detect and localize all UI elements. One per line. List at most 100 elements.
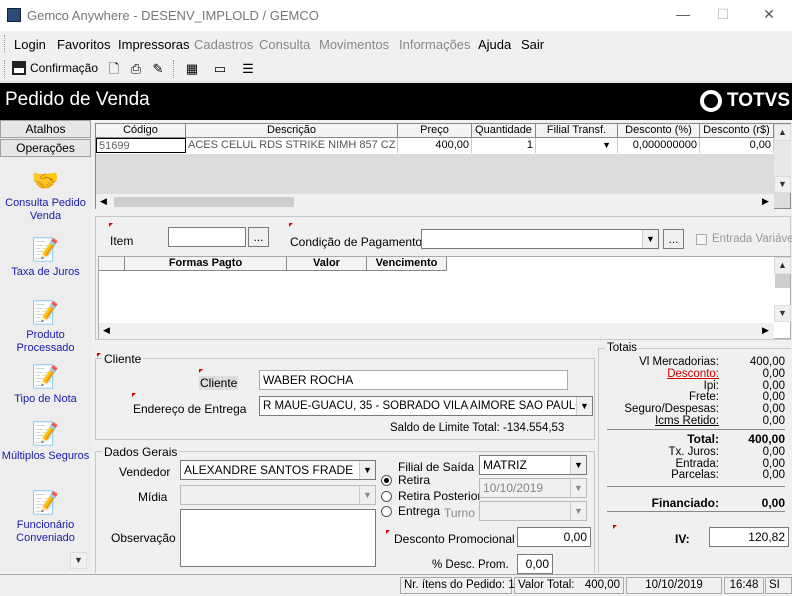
search-document-icon[interactable]: ✎ [150, 61, 166, 77]
cell-preco[interactable]: 400,00 [398, 138, 472, 153]
turno-select[interactable]: ▼ [479, 501, 587, 521]
entrega-radio[interactable] [381, 506, 392, 517]
cell-desc-pct[interactable]: 0,000000000 [618, 138, 700, 153]
item-input[interactable] [168, 227, 246, 247]
scroll-left-icon[interactable]: ◀ [103, 325, 110, 336]
col-header-formas-pagto[interactable]: Formas Pagto [125, 257, 287, 271]
sidebar-item-label: Produto Processado [16, 329, 75, 354]
desconto-link[interactable]: Desconto: [667, 368, 719, 380]
required-marker [289, 223, 293, 227]
pct-desc-input[interactable]: 0,00 [517, 554, 553, 574]
grid-vscroll-track[interactable] [774, 141, 791, 176]
calendar-icon[interactable]: ▦ [184, 61, 200, 77]
observacao-label: Observação [111, 531, 176, 545]
menu-cadastros[interactable]: Cadastros [194, 37, 253, 52]
retira-posterior-radio[interactable] [381, 491, 392, 502]
iv-input[interactable]: 120,82 [709, 527, 789, 547]
col-header-filial[interactable]: Filial Transf. [536, 124, 618, 138]
col-header-preco[interactable]: Preço [398, 124, 472, 138]
vendedor-label: Vendedor [119, 465, 171, 479]
condicao-pagamento-select[interactable]: ▼ [421, 229, 659, 249]
endereco-select[interactable]: R MAUE-GUACU, 35 - SOBRADO VILA AIMORE S… [259, 396, 593, 416]
sidebar-item-funcionario-conveniado[interactable]: 📝 Funcionário Conveniado [0, 490, 91, 545]
sidebar-scroll-down[interactable]: ▼ [70, 552, 87, 569]
observacao-textarea[interactable] [180, 509, 376, 567]
sidebar: Atalhos Operações 🤝 Consulta Pedido Vend… [0, 120, 91, 572]
cell-desc-rs[interactable]: 0,00 [700, 138, 774, 153]
retira-radio[interactable] [381, 475, 392, 486]
status-si: SI [765, 577, 792, 594]
menu-sair[interactable]: Sair [521, 37, 544, 52]
cell-filial[interactable]: ▼ [536, 138, 618, 153]
frete-label: Frete: [688, 391, 719, 403]
minimize-button[interactable]: — [675, 6, 691, 22]
vendedor-select[interactable]: ALEXANDRE SANTOS FRADE ▼ [180, 460, 376, 480]
cell-codigo[interactable]: 51699 [96, 138, 186, 153]
sidebar-item-tipo-nota[interactable]: 📝 Tipo de Nota [0, 364, 91, 406]
menu-informacoes[interactable]: Informações [399, 37, 471, 52]
grid-scroll-up[interactable]: ▲ [774, 124, 791, 141]
sidebar-item-produto-processado[interactable]: 📝 Produto Processado [0, 300, 91, 355]
cliente-group-title: Cliente [102, 352, 144, 366]
cell-descricao[interactable]: ACES CELUL RDS STRIKE NIMH 857 CZ [186, 138, 398, 153]
col-header-codigo[interactable]: Código [96, 124, 186, 138]
col-header-vencimento[interactable]: Vencimento [367, 257, 447, 271]
document-pen-icon: 📝 [31, 237, 60, 262]
sidebar-item-taxa-juros[interactable]: 📝 Taxa de Juros [0, 237, 91, 279]
sidebar-item-label: Tipo de Nota [14, 393, 77, 405]
filial-saida-select[interactable]: MATRIZ ▼ [479, 455, 587, 475]
close-button[interactable]: ✕ [761, 6, 777, 22]
grid-scroll-down[interactable]: ▼ [774, 176, 791, 193]
total-value: 400,00 [748, 432, 785, 446]
payment-scroll-down[interactable]: ▼ [774, 305, 791, 322]
maximize-button[interactable]: ☐ [715, 6, 731, 22]
item-lookup-button[interactable]: ... [248, 227, 269, 247]
col-header-quantidade[interactable]: Quantidade [472, 124, 536, 138]
col-header-descricao[interactable]: Descrição [186, 124, 398, 138]
scroll-left-icon[interactable]: ◀ [100, 196, 107, 207]
hscroll-thumb[interactable] [114, 197, 294, 207]
menu-movimentos[interactable]: Movimentos [319, 37, 389, 52]
atalhos-button[interactable]: Atalhos [0, 120, 91, 138]
data-retira-select[interactable]: 10/10/2019 ▼ [479, 478, 587, 498]
col-header-desc-pct[interactable]: Desconto (%) [618, 124, 700, 138]
icms-retido-link[interactable]: Icms Retido: [655, 415, 719, 427]
chevron-down-icon: ▼ [642, 230, 658, 248]
grid-hscroll[interactable]: ◀ ▶ [96, 193, 774, 209]
menu-grip [4, 35, 7, 53]
condicao-lookup-button[interactable]: ... [663, 229, 684, 249]
confirmacao-button[interactable]: Confirmação [12, 61, 98, 75]
payment-vscroll-thumb[interactable] [775, 274, 790, 288]
col-header-desc-rs[interactable]: Desconto (r$) [700, 124, 774, 138]
new-document-icon[interactable]: 🗋 [106, 61, 122, 77]
col-header-valor[interactable]: Valor [287, 257, 367, 271]
print-icon[interactable]: ⎙ [128, 61, 144, 77]
menu-ajuda[interactable]: Ajuda [478, 37, 511, 52]
endereco-value: R MAUE-GUACU, 35 - SOBRADO VILA AIMORE S… [263, 400, 593, 412]
cell-quantidade[interactable]: 1 [472, 138, 536, 153]
col-header-blank [99, 257, 125, 271]
menu-favoritos[interactable]: Favoritos [57, 37, 110, 52]
scroll-right-icon[interactable]: ▶ [762, 325, 769, 336]
menu-login[interactable]: Login [14, 37, 46, 52]
totais-group: Totais Vl Mercadorias: 400,00 Desconto: … [598, 342, 791, 573]
status-nr-itens: Nr. ítens do Pedido: 1 [400, 577, 515, 594]
menu-consulta[interactable]: Consulta [259, 37, 310, 52]
retira-label: Retira [398, 473, 431, 487]
sidebar-item-multiplos-seguros[interactable]: 📝 Múltiplos Seguros [0, 421, 91, 463]
entrada-variavel-checkbox[interactable] [696, 234, 707, 245]
retira-posterior-label: Retira Posterior [398, 489, 482, 503]
document-pen-icon: 📝 [31, 300, 60, 325]
payment-scroll-up[interactable]: ▲ [774, 257, 791, 274]
desconto-promocional-input[interactable]: 0,00 [517, 527, 591, 547]
cliente-input[interactable]: WABER ROCHA [259, 370, 568, 390]
menu-impressoras[interactable]: Impressoras [118, 37, 190, 52]
midia-select[interactable]: ▼ [180, 485, 376, 505]
sidebar-item-consulta-pedido[interactable]: 🤝 Consulta Pedido Venda [0, 168, 91, 223]
scroll-right-icon[interactable]: ▶ [762, 196, 769, 207]
operacoes-button[interactable]: Operações [0, 139, 91, 157]
list-icon[interactable]: ☰ [240, 61, 256, 77]
payment-hscroll[interactable]: ◀ ▶ [99, 323, 774, 339]
card-icon[interactable]: ▭ [212, 61, 228, 77]
midia-label: Mídia [138, 490, 168, 504]
